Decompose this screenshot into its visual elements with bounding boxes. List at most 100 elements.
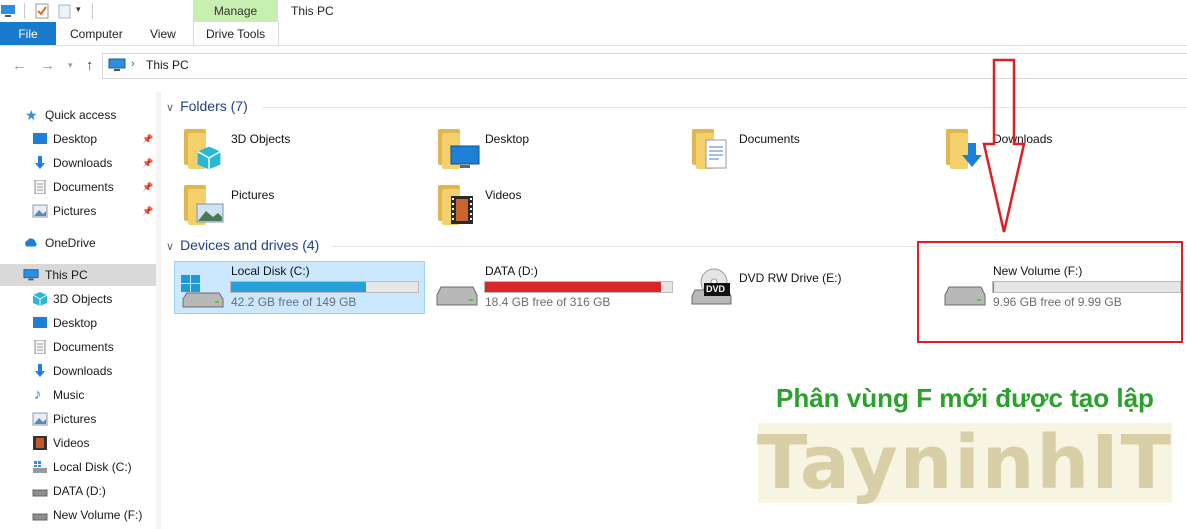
folder-3d-objects-icon[interactable] [184,125,224,171]
sidebar-item-label: Local Disk (C:) [53,460,132,474]
separator [24,3,25,19]
sidebar-item-local-disk-c[interactable]: Local Disk (C:) [0,456,156,478]
drive-free-text-c: 42.2 GB free of 149 GB [231,295,357,309]
properties-icon[interactable] [34,3,50,19]
sidebar-item-quick-access[interactable]: ★ Quick access [0,104,156,126]
tab-manage[interactable]: Manage [193,0,278,22]
sidebar-item-pictures[interactable]: Pictures 📌 [0,200,156,222]
drive-usage-bar-d [484,281,673,293]
folder-label[interactable]: Desktop [485,132,529,146]
download-icon [35,364,45,377]
sidebar-item-label: Downloads [53,364,113,378]
recent-locations-button[interactable]: ▾ [68,60,73,71]
ribbon-divider [0,45,1187,46]
pin-icon[interactable]: 📌 [142,206,153,217]
sidebar-item-documents[interactable]: Documents [0,336,156,358]
hard-drive-icon [436,286,478,306]
sidebar-item-label: Documents [53,340,114,354]
computer-icon [23,269,39,281]
sidebar-item-label: DATA (D:) [53,484,106,498]
group-title: Folders (7) [180,98,248,114]
sidebar-item-onedrive[interactable]: OneDrive [0,232,156,254]
sidebar-item-data-d[interactable]: DATA (D:) [0,480,156,502]
sidebar-item-desktop[interactable]: Desktop 📌 [0,128,156,150]
sidebar-item-label: Music [53,388,85,402]
sidebar-item-pictures[interactable]: Pictures [0,408,156,430]
cloud-icon [25,238,37,247]
red-arrow-annotation [982,58,1026,233]
window-title: This PC [291,4,334,18]
sidebar-item-this-pc[interactable]: This PC [0,264,156,286]
drive-label-c[interactable]: Local Disk (C:) [231,264,310,278]
customize-dropdown-icon[interactable]: ▾ [76,4,81,15]
pictures-icon [32,204,48,218]
forward-button[interactable]: → [40,57,55,74]
folder-label[interactable]: Videos [485,188,521,202]
group-title: Devices and drives (4) [180,237,320,253]
sidebar-item-label: Desktop [53,132,98,146]
drive-icon [33,461,47,473]
folder-label[interactable]: 3D Objects [231,132,290,146]
tab-computer[interactable]: Computer [70,22,123,45]
sidebar-item-label: Pictures [53,412,97,426]
back-button[interactable]: ← [12,57,27,74]
separator [92,3,93,19]
folder-videos-icon[interactable] [438,181,478,227]
drive-icon [32,489,48,497]
folder-pictures-icon[interactable] [184,181,224,227]
chevron-down-icon[interactable]: ∨ [166,101,174,114]
sidebar-item-label: This PC [45,268,88,282]
pin-icon[interactable]: 📌 [142,158,153,169]
star-icon: ★ [25,107,38,123]
sidebar-item-desktop[interactable]: Desktop [0,312,156,334]
sidebar-item-documents[interactable]: Documents 📌 [0,176,156,198]
videos-icon [33,436,47,450]
desktop-icon [33,317,47,328]
sidebar-scrollbar[interactable] [156,92,161,529]
this-pc-icon [108,58,126,71]
sidebar-item-music[interactable]: ♪ Music [0,384,156,406]
pin-icon[interactable]: 📌 [142,134,153,145]
folder-desktop-icon[interactable] [438,125,480,171]
sidebar-item-new-volume-f[interactable]: New Volume (F:) [0,504,156,526]
document-icon [34,340,46,354]
sidebar-item-label: 3D Objects [53,292,113,306]
sidebar-item-label: Desktop [53,316,98,330]
music-icon: ♪ [34,386,42,403]
breadcrumb[interactable]: This PC [146,58,189,72]
devices-group-header[interactable]: ∨ Devices and drives (4) [166,237,319,253]
drive-label-d[interactable]: DATA (D:) [485,264,538,278]
download-icon [35,156,45,169]
tab-file[interactable]: File [0,22,56,45]
sidebar-item-label: Documents [53,180,114,194]
dvd-badge: DVD [706,284,726,294]
sidebar-item-label: New Volume (F:) [53,508,143,522]
tab-drive-tools[interactable]: Drive Tools [206,22,265,45]
drive-icon [32,513,48,521]
desktop-icon [33,133,47,144]
windows-drive-icon [181,275,224,308]
chevron-down-icon[interactable]: ∨ [166,240,174,253]
breadcrumb-chevron-icon[interactable]: › [131,58,135,70]
sidebar-item-3d-objects[interactable]: 3D Objects [0,288,156,310]
sidebar-item-downloads[interactable]: Downloads [0,360,156,382]
drive-label-e[interactable]: DVD RW Drive (E:) [739,271,841,285]
folders-group-header[interactable]: ∨ Folders (7) [166,98,248,114]
watermark-logo: TayninhIT [756,420,1174,506]
folder-documents-icon[interactable] [692,125,732,171]
pictures-icon [32,412,48,426]
folder-label[interactable]: Pictures [231,188,274,202]
folder-label[interactable]: Documents [739,132,800,146]
highlight-box [917,241,1183,343]
tab-view[interactable]: View [150,22,176,45]
new-folder-icon[interactable] [57,3,73,19]
up-button[interactable]: ↑ [86,57,94,74]
sidebar-item-downloads[interactable]: Downloads 📌 [0,152,156,174]
sidebar-item-label: Pictures [53,204,97,218]
computer-icon[interactable] [0,3,16,19]
drive-usage-bar-c [230,281,419,293]
sidebar-item-label: Quick access [45,108,117,122]
sidebar-item-label: OneDrive [45,236,96,250]
pin-icon[interactable]: 📌 [142,182,153,193]
sidebar-item-videos[interactable]: Videos [0,432,156,454]
